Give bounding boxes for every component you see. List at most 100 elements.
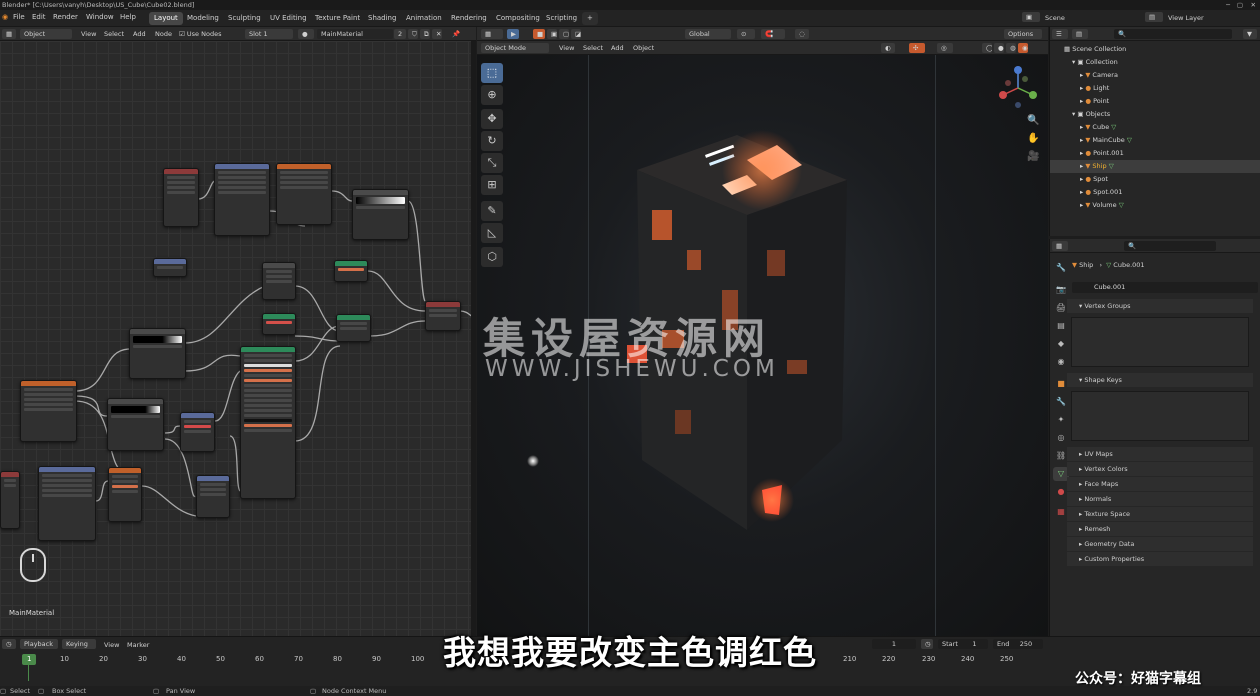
material-users-count[interactable]: 2 — [394, 29, 406, 39]
material-shading-icon[interactable]: ◍ — [1006, 43, 1016, 53]
scene-tab-icon[interactable]: ◆ — [1053, 337, 1069, 351]
outliner-item-camera[interactable]: ▸ ▼ Camera — [1050, 69, 1260, 82]
section-vertex-colors[interactable]: ▸ Vertex Colors — [1067, 462, 1253, 476]
node-musgrave-texture[interactable] — [20, 380, 77, 442]
node-bump[interactable] — [196, 475, 230, 518]
node-principled-bsdf[interactable] — [240, 346, 296, 499]
use-nodes-checkbox[interactable]: ☑ Use Nodes — [179, 29, 221, 39]
menu-view[interactable]: View — [81, 29, 96, 39]
add-cube-tool-icon[interactable]: ⬡ — [481, 247, 503, 267]
slot-select[interactable]: Slot 1 — [245, 29, 293, 39]
measure-tool-icon[interactable]: ◺ — [481, 223, 503, 243]
snap-icon[interactable]: 🧲 — [761, 29, 785, 39]
menu-object[interactable]: Object — [633, 43, 654, 53]
section-normals[interactable]: ▸ Normals — [1067, 492, 1253, 506]
outliner-scene-collection[interactable]: ▦ Scene Collection — [1050, 43, 1260, 56]
blender-logo-icon[interactable]: ◉ — [2, 13, 8, 21]
node-color-ramp-b[interactable] — [129, 328, 186, 379]
pivot-icon[interactable]: ⊙ — [737, 29, 755, 39]
annotate-tool-icon[interactable]: ✎ — [481, 201, 503, 221]
mode-extend-icon[interactable]: ▣ — [547, 29, 557, 39]
section-custom-properties[interactable]: ▸ Custom Properties — [1067, 552, 1253, 566]
node-math[interactable] — [262, 262, 296, 300]
node-color-ramp-c[interactable] — [107, 398, 164, 451]
outliner-item-ship[interactable]: ▸ ▼ Ship ▽ — [1050, 160, 1260, 173]
world-tab-icon[interactable]: ◉ — [1053, 355, 1069, 369]
tab-shading[interactable]: Shading — [363, 12, 401, 25]
node-value[interactable] — [153, 258, 187, 277]
view-layer-tab-icon[interactable]: ▤ — [1053, 319, 1069, 333]
view-layer-icon[interactable]: ▤ — [1145, 12, 1163, 22]
menu-help[interactable]: Help — [120, 13, 136, 21]
select-tool-icon[interactable]: ⬚ — [481, 63, 503, 83]
section-shape-keys[interactable]: ▾ Shape Keys — [1067, 373, 1253, 387]
select-box-icon[interactable]: ▶ — [507, 29, 519, 39]
modifier-tab-icon[interactable]: 🔧 — [1053, 395, 1069, 409]
section-remesh[interactable]: ▸ Remesh — [1067, 522, 1253, 536]
orientation-select[interactable]: Global — [685, 29, 731, 39]
vertex-groups-list[interactable] — [1071, 317, 1249, 367]
solid-shading-icon[interactable]: ● — [994, 43, 1004, 53]
menu-edit[interactable]: Edit — [32, 13, 46, 21]
navigation-gizmo[interactable] — [995, 65, 1041, 111]
duplicate-material-icon[interactable]: ⧉ — [420, 29, 430, 39]
scale-tool-icon[interactable]: ⤡ — [481, 153, 503, 173]
transform-tool-icon[interactable]: ⊞ — [481, 175, 503, 195]
menu-window[interactable]: Window — [86, 13, 114, 21]
node-mapping[interactable] — [214, 163, 270, 236]
pin-icon[interactable]: 📌 — [452, 29, 460, 39]
outliner-search-input[interactable]: 🔍 — [1114, 29, 1232, 39]
tab-animation[interactable]: Animation — [401, 12, 447, 25]
outliner-item-light[interactable]: ▸ ● Light — [1050, 82, 1260, 95]
properties-search-input[interactable]: 🔍 — [1124, 241, 1216, 251]
section-face-maps[interactable]: ▸ Face Maps — [1067, 477, 1253, 491]
node-voronoi-texture[interactable] — [108, 467, 142, 522]
menu-file[interactable]: File — [13, 13, 25, 21]
maximize-icon[interactable]: ▢ — [1237, 0, 1243, 10]
menu-select[interactable]: Select — [104, 29, 124, 39]
viewport-shading-icon[interactable]: ◐ — [881, 43, 895, 53]
node-emission-a[interactable] — [334, 260, 368, 282]
unlink-material-icon[interactable]: ✕ — [432, 29, 442, 39]
mode-subtract-icon[interactable]: ▢ — [559, 29, 569, 39]
mode-intersect-icon[interactable]: ◪ — [571, 29, 581, 39]
camera-view-icon[interactable]: 🎥 — [1027, 151, 1039, 162]
physics-tab-icon[interactable]: ◎ — [1053, 431, 1069, 445]
menu-view[interactable]: View — [559, 43, 574, 53]
mesh-datablock-field[interactable]: Cube.001 — [1072, 282, 1258, 293]
fake-user-icon[interactable]: ⛉ — [408, 29, 418, 39]
outliner[interactable]: ☰ ▤ 🔍 ▼ ▦ Scene Collection ▾ ▣ Collectio… — [1049, 27, 1260, 236]
tab-scripting[interactable]: Scripting — [541, 12, 582, 25]
display-mode-icon[interactable]: ▤ — [1072, 29, 1088, 39]
options-button[interactable]: Options — [1004, 29, 1042, 39]
close-icon[interactable]: ✕ — [1251, 0, 1256, 10]
menu-select[interactable]: Select — [583, 43, 603, 53]
node-invert[interactable] — [180, 412, 215, 452]
node-color-ramp[interactable] — [352, 189, 409, 240]
node-noise-texture[interactable] — [276, 163, 332, 225]
minimize-icon[interactable]: ─ — [1226, 0, 1230, 10]
tab-layout[interactable]: Layout — [149, 12, 183, 25]
shape-keys-list[interactable] — [1071, 391, 1249, 441]
outliner-item-volume[interactable]: ▸ ▼ Volume ▽ — [1050, 199, 1260, 212]
outliner-item-point[interactable]: ▸ ● Point — [1050, 95, 1260, 108]
object-mode-select[interactable]: Object Mode — [481, 43, 549, 53]
section-uv-maps[interactable]: ▸ UV Maps — [1067, 447, 1253, 461]
view-layer-name[interactable]: View Layer — [1168, 13, 1204, 23]
editor-type-icon[interactable]: ▦ — [2, 29, 16, 39]
node-material-output[interactable] — [425, 301, 461, 331]
proportional-edit-icon[interactable]: ◌ — [795, 29, 809, 39]
rotate-tool-icon[interactable]: ↻ — [481, 131, 503, 151]
zoom-icon[interactable]: 🔍 — [1027, 115, 1039, 126]
editor-type-icon[interactable]: ☰ — [1052, 29, 1068, 39]
node-mode-select[interactable]: Object — [20, 29, 72, 39]
editor-type-icon[interactable]: ▦ — [1052, 241, 1068, 251]
outliner-objects-collection[interactable]: ▾ ▣ Objects — [1050, 108, 1260, 121]
section-texture-space[interactable]: ▸ Texture Space — [1067, 507, 1253, 521]
node-mapping-b[interactable] — [38, 466, 96, 541]
menu-add[interactable]: Add — [611, 43, 624, 53]
cursor-tool-icon[interactable]: ⊕ — [481, 85, 503, 105]
rendered-shading-icon[interactable]: ◉ — [1018, 43, 1028, 53]
tab-uv-editing[interactable]: UV Editing — [265, 12, 312, 25]
menu-add[interactable]: Add — [133, 29, 146, 39]
